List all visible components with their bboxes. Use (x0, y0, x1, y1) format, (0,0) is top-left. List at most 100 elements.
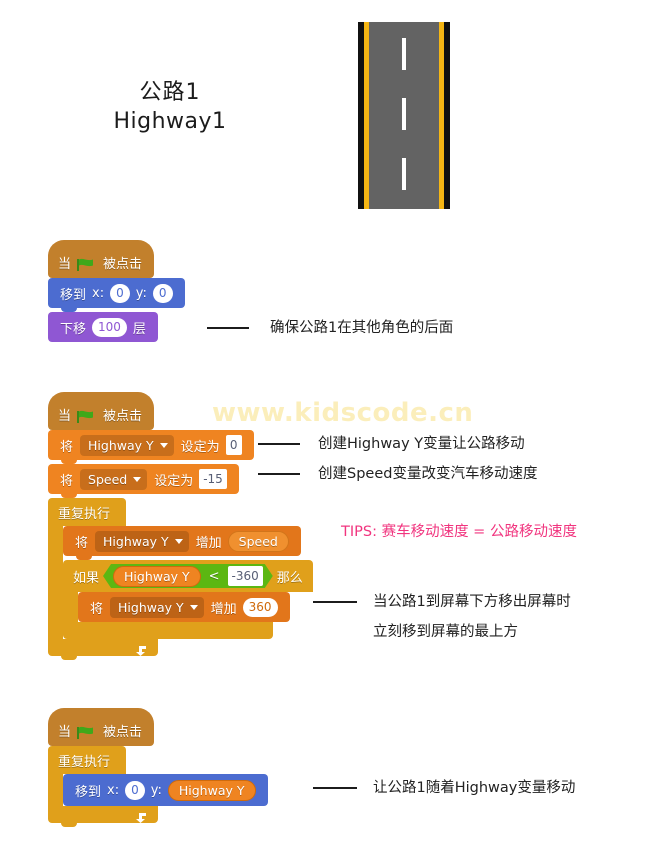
lane-dash-1 (402, 38, 406, 70)
lane-edge-line-left (364, 22, 369, 209)
leader-line-4 (313, 601, 357, 603)
annotation-1: 确保公路1在其他角色的后面 (270, 320, 454, 336)
script-block-stack-1[interactable]: 当 被点击 移到 x: 0 y: 0 下移 100 层 (48, 240, 185, 342)
goto-y-input[interactable]: 0 (152, 283, 173, 303)
clicked-label: 被点击 (103, 257, 143, 272)
set-prefix-label: 将 (60, 439, 74, 455)
set-to-label: 设定为 (180, 439, 220, 455)
goto-x-label: x: (92, 285, 105, 301)
green-flag-icon (77, 410, 95, 424)
forever-left-arm (48, 774, 63, 806)
variable-name-label: Speed (88, 471, 128, 487)
forever-block-bottom (48, 639, 158, 660)
forever-label-row: 重复执行 (48, 746, 126, 774)
title-chinese: 公路1 (139, 80, 201, 105)
forever-block[interactable]: 重复执行 将 Highway Y 增加 Speed 如果 Highway Y <… (48, 498, 313, 660)
variable-name-label: Highway Y (88, 437, 154, 453)
set-variable-speed-block[interactable]: 将 Speed 设定为 -15 (48, 464, 239, 498)
annotation-6: 让公路1随着Highway变量移动 (373, 780, 576, 796)
annotation-5: 立刻移到屏幕的最上方 (373, 624, 518, 640)
change-by-label: 增加 (210, 601, 237, 617)
chevron-down-icon (159, 442, 168, 448)
change-value-input[interactable]: 360 (242, 597, 278, 617)
goto-label: 移到 (75, 784, 102, 800)
leader-line-3 (258, 473, 300, 475)
green-flag-icon (77, 258, 95, 272)
go-back-prefix-label: 下移 (60, 321, 87, 337)
annotation-2: 创建Highway Y变量让公路移动 (318, 436, 525, 452)
chevron-down-icon (189, 604, 198, 610)
less-than-operator-block[interactable]: Highway Y < -360 (103, 564, 273, 588)
forever-block-bottom-2 (48, 806, 158, 827)
clicked-label: 被点击 (103, 409, 143, 424)
change-by-label: 增加 (195, 535, 222, 551)
goto-label: 移到 (60, 287, 87, 303)
variable-reporter-speed[interactable]: Speed (227, 530, 289, 552)
if-body: 将 Highway Y 增加 360 (78, 592, 290, 622)
script-block-stack-2[interactable]: 当 被点击 将 Highway Y 设定为 0 将 Speed 设定为 -15 … (48, 392, 313, 660)
variable-dropdown-highway-y[interactable]: Highway Y (80, 434, 174, 456)
lane-edge-line-right (439, 22, 444, 209)
when-label: 当 (58, 725, 72, 740)
if-block-bottom (63, 622, 273, 643)
when-green-flag-clicked-block[interactable]: 当 被点击 (48, 240, 155, 282)
go-back-suffix-label: 层 (132, 321, 146, 337)
chevron-down-icon (174, 538, 183, 544)
chevron-down-icon (133, 476, 142, 482)
variable-name-label: Highway Y (118, 599, 184, 615)
when-label: 当 (58, 257, 72, 272)
when-green-flag-clicked-block-2[interactable]: 当 被点击 (48, 392, 155, 434)
go-back-layers-input[interactable]: 100 (92, 317, 127, 337)
leader-line-5 (313, 787, 357, 789)
if-then-block[interactable]: 如果 Highway Y < -360 那么 将 Highway Y 增加 36… (63, 560, 313, 643)
forever-label-row: 重复执行 (48, 498, 126, 526)
variable-dropdown-speed[interactable]: Speed (80, 468, 148, 490)
set-prefix-label: 将 (60, 473, 74, 489)
change-prefix-label: 将 (90, 601, 104, 617)
forever-label: 重复执行 (58, 754, 111, 770)
variable-name-label: Highway Y (103, 533, 169, 549)
if-left-arm (63, 592, 78, 622)
annotation-3: 创建Speed变量改变汽车移动速度 (318, 466, 538, 482)
loop-arrow-icon (134, 808, 148, 823)
operator-symbol: < (208, 568, 220, 584)
leader-line-1 (207, 327, 249, 329)
go-to-xy-block[interactable]: 移到 x: 0 y: 0 (48, 278, 185, 312)
go-back-layers-block[interactable]: 下移 100 层 (48, 312, 158, 342)
clicked-label: 被点击 (103, 725, 143, 740)
variable-reporter-highway-y[interactable]: Highway Y (113, 566, 201, 587)
operator-right-input[interactable]: -360 (228, 566, 263, 586)
annotation-4: 当公路1到屏幕下方移出屏幕时 (373, 594, 571, 610)
lane-dash-2 (402, 98, 406, 130)
if-condition-row: 如果 Highway Y < -360 那么 (63, 560, 313, 592)
highway-sprite-image (358, 22, 450, 209)
if-label: 如果 (73, 570, 100, 586)
change-variable-highway-y-inner-block[interactable]: 将 Highway Y 增加 360 (78, 592, 290, 622)
leader-line-2 (258, 443, 300, 445)
set-value-input-speed[interactable]: -15 (199, 469, 227, 489)
goto-x-label: x: (107, 782, 120, 798)
change-prefix-label: 将 (75, 535, 89, 551)
forever-left-arm (48, 526, 63, 639)
lane-dash-3 (402, 158, 406, 190)
then-label: 那么 (276, 570, 303, 586)
when-label: 当 (58, 409, 72, 424)
goto-y-label: y: (135, 285, 147, 301)
go-to-xy-block-2[interactable]: 移到 x: 0 y: Highway Y (63, 774, 268, 806)
variable-dropdown-highway-y[interactable]: Highway Y (95, 530, 189, 552)
annotation-tips: TIPS: 赛车移动速度 = 公路移动速度 (341, 524, 577, 540)
variable-reporter-highway-y[interactable]: Highway Y (167, 779, 256, 801)
set-value-input-highway-y[interactable]: 0 (225, 435, 242, 455)
when-green-flag-clicked-block-3[interactable]: 当 被点击 (48, 708, 155, 750)
variable-dropdown-highway-y[interactable]: Highway Y (110, 596, 204, 618)
green-flag-icon (77, 726, 95, 740)
change-variable-highway-y-block[interactable]: 将 Highway Y 增加 Speed (63, 526, 301, 560)
forever-body: 将 Highway Y 增加 Speed 如果 Highway Y < -360… (63, 526, 313, 643)
loop-arrow-icon (134, 641, 148, 656)
goto-x-input[interactable]: 0 (125, 780, 145, 800)
script-block-stack-3[interactable]: 当 被点击 重复执行 移到 x: 0 y: Highway Y (48, 708, 268, 827)
forever-block-2[interactable]: 重复执行 移到 x: 0 y: Highway Y (48, 746, 268, 827)
goto-x-input[interactable]: 0 (110, 283, 130, 303)
forever-body: 移到 x: 0 y: Highway Y (63, 774, 268, 806)
set-variable-highway-y-block[interactable]: 将 Highway Y 设定为 0 (48, 430, 254, 464)
